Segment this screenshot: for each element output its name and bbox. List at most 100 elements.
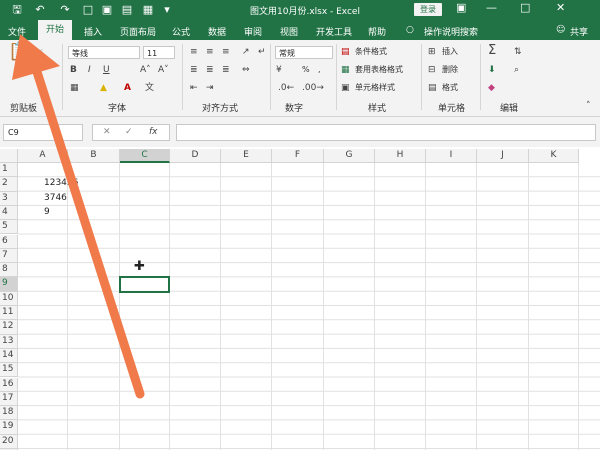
share-button[interactable]: 共享 [570, 25, 588, 38]
row-header-5[interactable]: 5 [0, 220, 18, 235]
row-header-15[interactable]: 15 [0, 363, 18, 378]
print-preview-icon[interactable]: ▤ [120, 3, 134, 17]
row-header-16[interactable]: 16 [0, 377, 18, 392]
percent-button[interactable]: % [302, 64, 310, 76]
row-header-14[interactable]: 14 [0, 348, 18, 364]
insert-cells-button[interactable]: 插入 [442, 46, 458, 58]
fill-color-icon[interactable]: ▲ [100, 82, 107, 94]
ribbon-display-icon[interactable]: ▣ [456, 1, 466, 14]
decrease-decimal-icon[interactable]: .00→ [302, 82, 324, 94]
underline-icon[interactable]: U [103, 64, 110, 76]
currency-icon[interactable]: ¥ [276, 64, 282, 76]
tab-home[interactable]: 开始 [38, 20, 72, 40]
restore-icon[interactable]: □ [520, 1, 530, 14]
autosum-icon[interactable]: Σ [488, 44, 496, 57]
row-header-19[interactable]: 19 [0, 420, 18, 435]
cancel-icon[interactable]: ✕ [103, 127, 111, 137]
cut-icon[interactable]: ✂ [36, 46, 44, 58]
tell-me-search[interactable]: 操作说明搜索 [424, 25, 478, 38]
align-middle-icon[interactable]: ≡ [206, 46, 214, 58]
row-header-18[interactable]: 18 [0, 406, 18, 421]
open-icon[interactable]: ▣ [100, 3, 114, 17]
name-box[interactable]: C9 [3, 124, 83, 141]
number-format-select[interactable]: 常规 [275, 46, 333, 59]
row-header-17[interactable]: 17 [0, 391, 18, 407]
increase-decimal-icon[interactable]: .0← [278, 82, 294, 94]
row-header-20[interactable]: 20 [0, 434, 18, 449]
column-header-c[interactable]: C [120, 149, 170, 163]
row-header-7[interactable]: 7 [0, 248, 18, 264]
customize-qat-icon[interactable]: ▾ [160, 3, 174, 17]
column-header-h[interactable]: H [375, 149, 426, 163]
find-select-icon[interactable]: ⌕ [514, 64, 519, 76]
row-header-6[interactable]: 6 [0, 234, 18, 249]
column-header-g[interactable]: G [324, 149, 375, 163]
italic-icon[interactable]: I [88, 64, 91, 76]
align-left-icon[interactable]: ≣ [190, 64, 198, 76]
wrap-text-icon[interactable]: ↵ [258, 46, 266, 58]
tab-view[interactable]: 视图 [280, 25, 298, 38]
increase-font-icon[interactable]: A˄ [140, 64, 151, 76]
row-header-1[interactable]: 1 [0, 163, 18, 178]
column-header-i[interactable]: I [426, 149, 477, 163]
font-name-select[interactable]: 等线 [68, 46, 140, 59]
clear-icon[interactable]: ◆ [488, 82, 495, 94]
tab-insert[interactable]: 插入 [84, 25, 102, 38]
undo-icon[interactable]: ↶ [33, 3, 47, 17]
format-painter-icon[interactable]: ✎ [36, 78, 44, 90]
column-header-f[interactable]: F [272, 149, 324, 163]
quick-print-icon[interactable]: ▦ [141, 3, 155, 17]
share-icon[interactable]: ☺ [556, 25, 565, 35]
column-header-b[interactable]: B [68, 149, 120, 163]
row-header-13[interactable]: 13 [0, 334, 18, 349]
row-header-11[interactable]: 11 [0, 306, 18, 321]
cell-b4[interactable]: 9 [44, 207, 50, 217]
redo-icon[interactable]: ↷ [58, 3, 72, 17]
tab-data[interactable]: 数据 [208, 25, 226, 38]
tab-file[interactable]: 文件 [8, 25, 26, 38]
decrease-font-icon[interactable]: A˅ [158, 64, 169, 76]
collapse-ribbon-icon[interactable]: ˄ [586, 100, 591, 112]
font-color-icon[interactable]: A [124, 82, 131, 94]
row-header-10[interactable]: 10 [0, 291, 18, 306]
copy-icon[interactable]: ❐ [36, 62, 44, 74]
align-right-icon[interactable]: ≣ [222, 64, 230, 76]
increase-indent-icon[interactable]: ⇥ [206, 82, 214, 94]
row-header-4[interactable]: 4 [0, 205, 18, 221]
tab-developer[interactable]: 开发工具 [316, 25, 352, 38]
column-header-e[interactable]: E [221, 149, 272, 163]
align-top-icon[interactable]: ≡ [190, 46, 198, 58]
sort-filter-icon[interactable]: ⇅ [514, 46, 522, 58]
align-center-icon[interactable]: ≣ [206, 64, 214, 76]
merge-center-icon[interactable]: ⇔ [242, 64, 250, 76]
bold-icon[interactable]: B [70, 64, 77, 76]
tab-review[interactable]: 审阅 [244, 25, 262, 38]
tab-help[interactable]: 帮助 [368, 25, 386, 38]
format-cells-button[interactable]: 格式 [442, 82, 458, 94]
insert-function-button[interactable]: fx [149, 127, 158, 137]
delete-cells-button[interactable]: 删除 [442, 64, 458, 76]
column-header-d[interactable]: D [170, 149, 221, 163]
row-header-12[interactable]: 12 [0, 320, 18, 335]
decrease-indent-icon[interactable]: ⇤ [190, 82, 198, 94]
comma-button[interactable]: , [318, 64, 321, 76]
enter-icon[interactable]: ✓ [125, 127, 133, 137]
save-icon[interactable]: 🖫 [10, 3, 24, 17]
minimize-icon[interactable]: — [486, 1, 497, 14]
table-format-button[interactable]: 套用表格格式 [355, 64, 403, 76]
worksheet-grid[interactable]: ABCDEFGHIJK 1 2 3 4 5 6 7 8 9 10 11 12 13 14 15 16 17 18 1… [0, 149, 600, 450]
paste-icon[interactable]: 📋 [8, 43, 30, 61]
column-header-a[interactable]: A [18, 149, 68, 163]
row-header-8[interactable]: 8 [0, 263, 18, 278]
row-header-2[interactable]: 2 [0, 177, 18, 192]
borders-icon[interactable]: ▦ [70, 82, 79, 94]
row-header-3[interactable]: 3 [0, 191, 18, 206]
cell-b3[interactable]: 3746 [44, 193, 67, 203]
select-all-button[interactable] [0, 149, 18, 163]
column-header-k[interactable]: K [529, 149, 579, 163]
tab-page-layout[interactable]: 页面布局 [120, 25, 156, 38]
font-size-select[interactable]: 11 [143, 46, 175, 59]
tab-formulas[interactable]: 公式 [172, 25, 190, 38]
column-header-j[interactable]: J [477, 149, 529, 163]
phonetic-icon[interactable]: 文 [145, 82, 154, 94]
